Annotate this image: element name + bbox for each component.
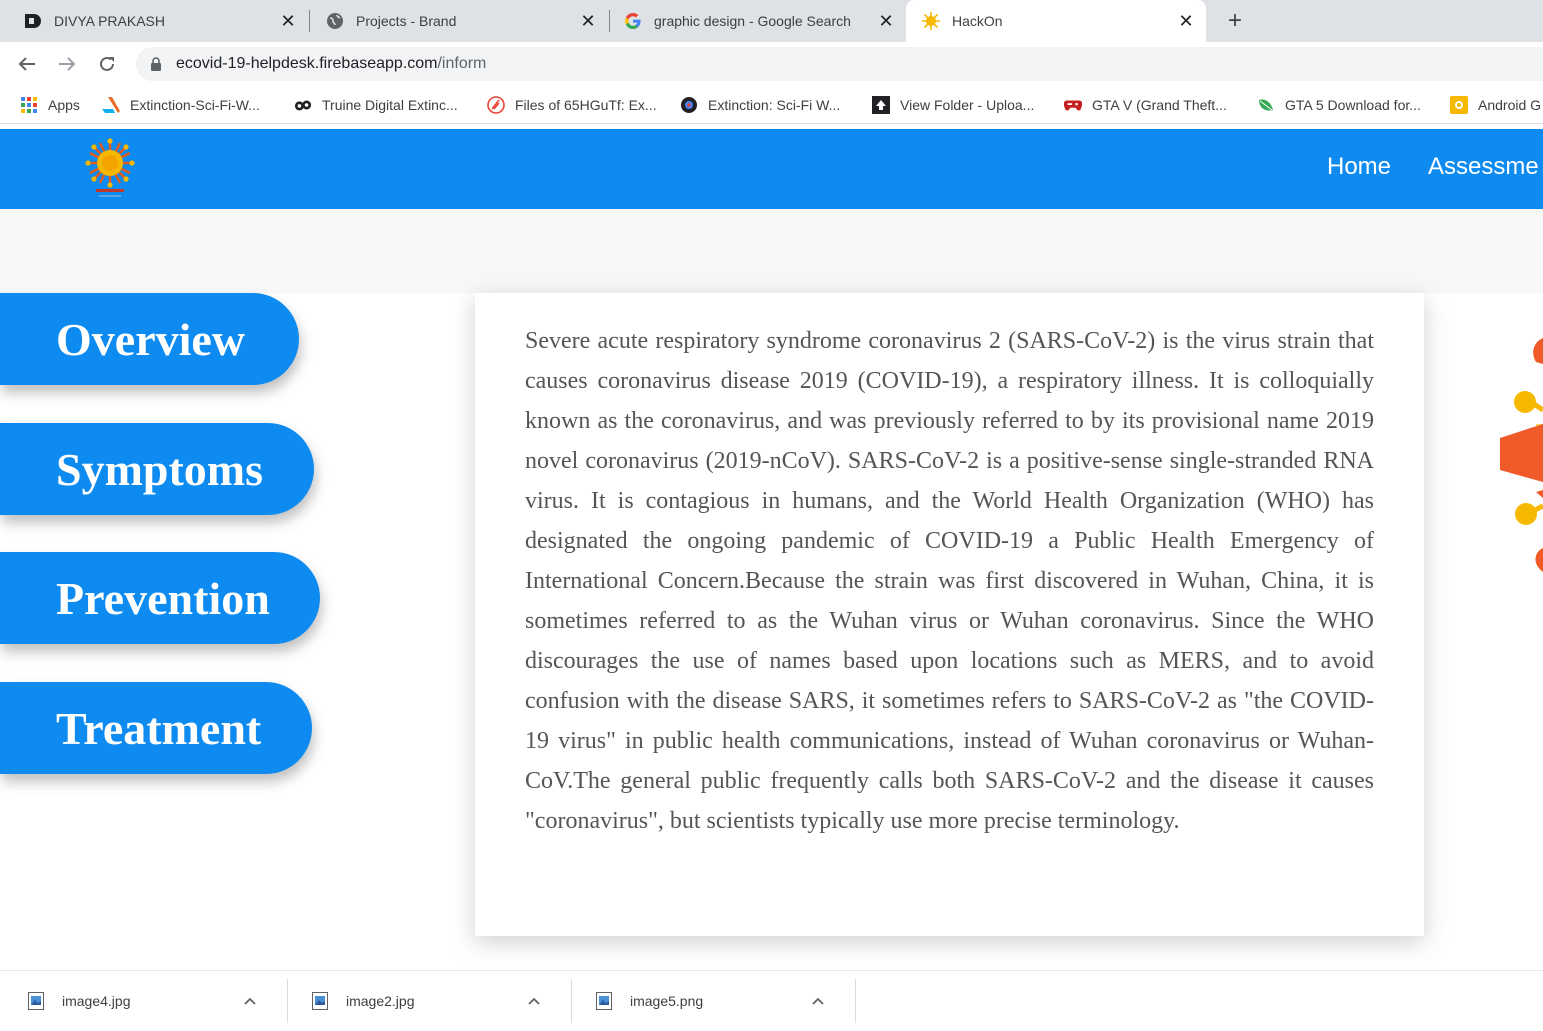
virus-favicon-icon <box>922 12 940 30</box>
bookmark-label: GTA V (Grand Theft... <box>1092 97 1227 113</box>
tab-title: DIVYA PRAKASH <box>54 13 166 29</box>
bookmark-extinction-artstation[interactable]: Extinction-Sci-Fi-W... <box>102 94 260 116</box>
image-file-icon <box>28 992 44 1010</box>
reload-button[interactable] <box>95 52 119 76</box>
reload-icon <box>100 56 114 71</box>
bookmark-label: Android G <box>1478 97 1542 113</box>
download-separator <box>855 979 856 1023</box>
info-paragraph: Severe acute respiratory syndrome corona… <box>525 328 1374 834</box>
site-header: Home Assessme <box>0 129 1543 209</box>
header-spacer <box>0 209 1543 293</box>
chevron-up-icon[interactable] <box>526 993 542 1009</box>
tab-google-search[interactable]: graphic design - Google Search ✕ <box>600 0 906 42</box>
info-card: Severe acute respiratory syndrome corona… <box>475 293 1424 936</box>
tab-title: Projects - Brand <box>356 13 457 29</box>
download-filename: image5.png <box>630 993 704 1009</box>
bookmark-view-folder[interactable]: View Folder - Uploa... <box>872 94 1034 116</box>
artstation-icon <box>102 96 120 114</box>
android-icon <box>1450 96 1468 114</box>
bookmark-apps[interactable]: Apps <box>20 94 80 116</box>
bookmark-gta5-download[interactable]: GTA 5 Download for... <box>1257 94 1421 116</box>
tab-projects-brand[interactable]: Projects - Brand ✕ <box>302 0 608 42</box>
forward-arrow-icon <box>59 57 76 71</box>
lock-icon <box>150 57 162 71</box>
download-filename: image4.jpg <box>62 993 131 1009</box>
forward-button[interactable] <box>55 52 79 76</box>
bookmark-label: Files of 65HGuTf: Ex... <box>515 97 657 113</box>
nav-home-link[interactable]: Home <box>1327 153 1391 181</box>
bookmark-truine-digital[interactable]: Truine Digital Extinc... <box>294 94 458 116</box>
bookmark-label: Extinction: Sci-Fi W... <box>708 97 841 113</box>
virus-decoration-icon <box>1500 338 1543 572</box>
eye-icon <box>680 96 698 114</box>
dp-logo-icon <box>294 96 312 114</box>
image-file-icon <box>312 992 328 1010</box>
browser-toolbar: ecovid-19-helpdesk.firebaseapp.com/infor… <box>0 42 1543 86</box>
new-tab-button[interactable]: + <box>1222 7 1248 34</box>
bookmark-label: View Folder - Uploa... <box>900 97 1035 113</box>
symptoms-button[interactable]: Symptoms <box>0 423 314 515</box>
files-icon <box>487 96 505 114</box>
treatment-button[interactable]: Treatment <box>0 682 312 774</box>
virus-logo-icon <box>85 138 135 197</box>
bookmark-label: Extinction-Sci-Fi-W... <box>130 97 260 113</box>
address-bar[interactable]: ecovid-19-helpdesk.firebaseapp.com/infor… <box>136 47 1543 81</box>
tab-title: HackOn <box>952 13 1003 29</box>
bookmark-gta-v[interactable]: GTA V (Grand Theft... <box>1064 94 1227 116</box>
upload-folder-icon <box>872 96 890 114</box>
image-file-icon <box>596 992 612 1010</box>
gamepad-icon <box>1064 96 1082 114</box>
back-button[interactable] <box>15 52 39 76</box>
bookmark-label: Truine Digital Extinc... <box>322 97 458 113</box>
d-logo-icon <box>24 12 42 30</box>
bookmark-extinction-scifi[interactable]: Extinction: Sci-Fi W... <box>680 94 840 116</box>
download-item[interactable]: image4.jpg <box>0 971 287 1031</box>
nav-assessment-link[interactable]: Assessme <box>1428 153 1539 181</box>
overview-button[interactable]: Overview <box>0 293 299 385</box>
google-icon <box>624 12 642 30</box>
url-text: ecovid-19-helpdesk.firebaseapp.com/infor… <box>176 55 486 73</box>
close-icon[interactable]: ✕ <box>876 11 896 31</box>
chevron-up-icon[interactable] <box>242 993 258 1009</box>
globe-icon <box>326 12 344 30</box>
leaf-icon <box>1257 96 1275 114</box>
close-icon[interactable]: ✕ <box>278 11 298 31</box>
tab-strip: DIVYA PRAKASH ✕ Projects - Brand ✕ graph… <box>0 0 1543 42</box>
apps-grid-icon <box>20 96 38 114</box>
tab-hackon[interactable]: HackOn ✕ <box>906 0 1206 42</box>
back-arrow-icon <box>18 57 35 71</box>
download-filename: image2.jpg <box>346 993 415 1009</box>
url-domain: ecovid-19-helpdesk.firebaseapp.com <box>176 55 438 72</box>
download-item[interactable]: image2.jpg <box>284 971 571 1031</box>
tab-title: graphic design - Google Search <box>654 13 851 29</box>
bookmark-android[interactable]: Android G <box>1450 94 1541 116</box>
url-path: /inform <box>437 55 487 72</box>
chevron-up-icon[interactable] <box>810 993 826 1009</box>
virus-illustration <box>1490 330 1543 590</box>
download-item[interactable]: image5.png <box>568 971 855 1031</box>
bookmark-label: GTA 5 Download for... <box>1285 97 1421 113</box>
bookmark-files[interactable]: Files of 65HGuTf: Ex... <box>487 94 657 116</box>
prevention-button[interactable]: Prevention <box>0 552 320 644</box>
close-icon[interactable]: ✕ <box>578 11 598 31</box>
bookmark-label: Apps <box>48 97 80 113</box>
download-shelf: image4.jpg image2.jpg image5.png <box>0 970 1543 1030</box>
close-icon[interactable]: ✕ <box>1176 11 1196 31</box>
site-logo[interactable] <box>82 137 138 201</box>
bookmarks-bar: Apps Extinction-Sci-Fi-W... Truine Digit… <box>0 86 1543 124</box>
tab-divya-prakash[interactable]: DIVYA PRAKASH ✕ <box>0 0 308 42</box>
